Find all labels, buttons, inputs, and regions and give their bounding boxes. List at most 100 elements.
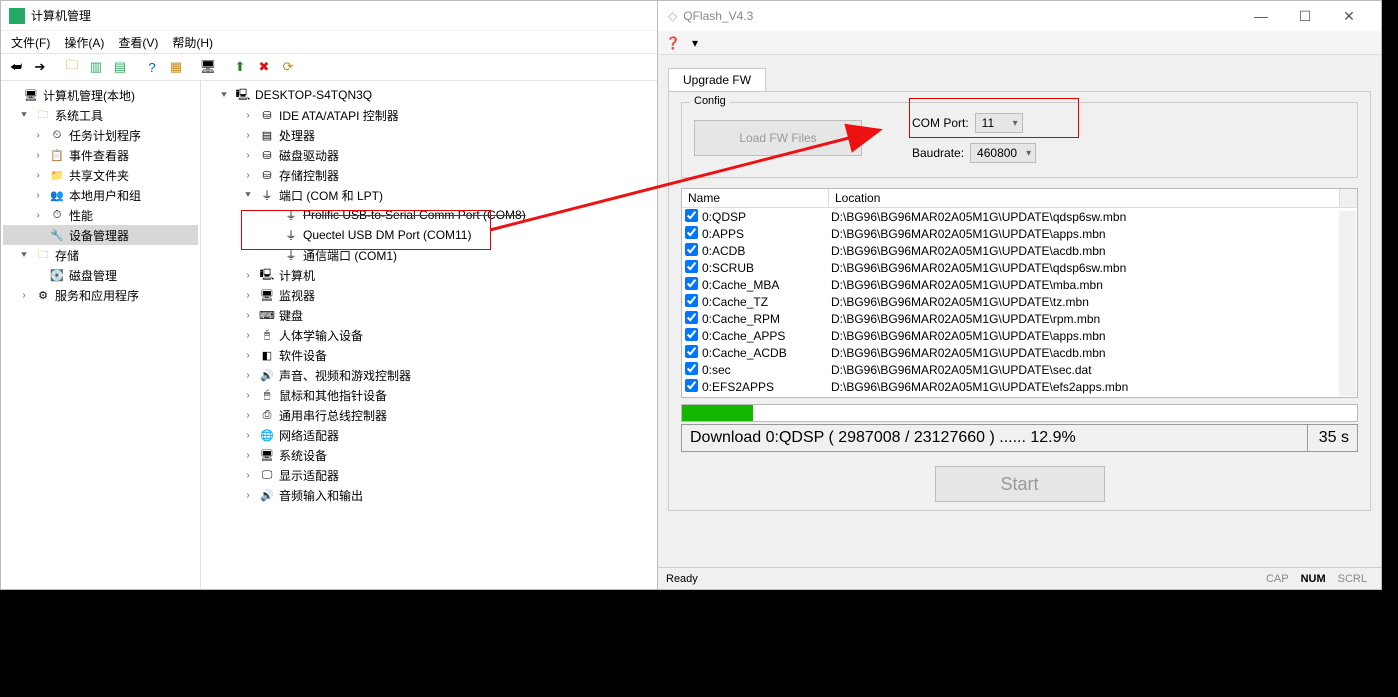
- tb-help-icon[interactable]: ?: [141, 56, 163, 78]
- qf-toolbar: ❓ ▾: [658, 31, 1381, 55]
- list-item[interactable]: 0:secD:\BG96\BG96MAR02A05M1G\UPDATE\sec.…: [682, 361, 1357, 378]
- tree-item[interactable]: ›事件查看器: [3, 145, 198, 165]
- tree-twisty-icon[interactable]: ›: [241, 450, 255, 461]
- list-item[interactable]: 0:APPSD:\BG96\BG96MAR02A05M1G\UPDATE\app…: [682, 225, 1357, 242]
- col-name[interactable]: Name: [682, 189, 829, 207]
- menu-help[interactable]: 帮助(H): [172, 34, 213, 51]
- row-checkbox[interactable]: [685, 260, 698, 273]
- comport-select[interactable]: 11: [975, 113, 1023, 133]
- tree-item[interactable]: ⯆ 存储: [3, 245, 198, 265]
- list-item[interactable]: 0:Cache_RPMD:\BG96\BG96MAR02A05M1G\UPDAT…: [682, 310, 1357, 327]
- tree-item[interactable]: ›本地用户和组: [3, 185, 198, 205]
- list-item[interactable]: 0:Cache_ACDBD:\BG96\BG96MAR02A05M1G\UPDA…: [682, 344, 1357, 361]
- event-icon: [49, 147, 65, 163]
- load-fw-button[interactable]: Load FW Files: [694, 120, 862, 156]
- tree-twisty-icon[interactable]: ›: [241, 490, 255, 501]
- list-item[interactable]: 0:ACDBD:\BG96\BG96MAR02A05M1G\UPDATE\acd…: [682, 242, 1357, 259]
- tree-twisty-icon[interactable]: ›: [241, 110, 255, 121]
- maximize-icon[interactable]: ☐: [1283, 8, 1327, 25]
- kb-icon: [259, 307, 275, 323]
- row-checkbox[interactable]: [685, 362, 698, 375]
- close-icon[interactable]: ✕: [1327, 8, 1371, 25]
- tree-label: 存储: [55, 247, 79, 264]
- row-checkbox[interactable]: [685, 379, 698, 392]
- qf-help-icon[interactable]: ❓: [664, 34, 682, 52]
- tree-twisty-icon[interactable]: ›: [31, 150, 45, 161]
- tree-twisty-icon[interactable]: ›: [241, 370, 255, 381]
- tree-twisty-icon[interactable]: ⯆: [17, 110, 31, 121]
- tree-twisty-icon[interactable]: ›: [31, 130, 45, 141]
- tree-twisty-icon[interactable]: ›: [17, 290, 31, 301]
- list-item[interactable]: 0:Cache_APPSD:\BG96\BG96MAR02A05M1G\UPDA…: [682, 327, 1357, 344]
- tb-enable-icon[interactable]: ⬆: [229, 56, 251, 78]
- tree-twisty-icon[interactable]: ⯆: [17, 250, 31, 261]
- tree-twisty-icon[interactable]: ›: [241, 310, 255, 321]
- list-item[interactable]: 0:QDSPD:\BG96\BG96MAR02A05M1G\UPDATE\qds…: [682, 208, 1357, 225]
- tree-twisty-icon[interactable]: ›: [241, 390, 255, 401]
- tree-twisty-icon[interactable]: ›: [31, 210, 45, 221]
- tb-calendar-icon[interactable]: ▦: [165, 56, 187, 78]
- minimize-icon[interactable]: —: [1239, 8, 1283, 24]
- qf-dropdown-icon[interactable]: ▾: [686, 34, 704, 52]
- menu-file[interactable]: 文件(F): [11, 34, 50, 51]
- tree-twisty-icon[interactable]: ›: [31, 170, 45, 181]
- folder-icon: [35, 247, 51, 263]
- row-name: 0:QDSP: [700, 210, 829, 224]
- list-scrollbar[interactable]: [1339, 211, 1356, 396]
- tree-item[interactable]: ⯆系统工具: [3, 105, 198, 125]
- tree-item[interactable]: ›共享文件夹: [3, 165, 198, 185]
- nav-back-icon[interactable]: ⮨: [5, 56, 27, 78]
- tb-panes-icon[interactable]: ▥: [85, 56, 107, 78]
- row-checkbox[interactable]: [685, 311, 698, 324]
- tree-item[interactable]: ›性能: [3, 205, 198, 225]
- tree-twisty-icon[interactable]: ›: [241, 470, 255, 481]
- tree-twisty-icon[interactable]: ›: [241, 170, 255, 181]
- tree-twisty-icon[interactable]: ⯆: [241, 190, 255, 201]
- qf-main-panel: Config Load FW Files COM Port: 11 Baudra…: [668, 91, 1371, 511]
- row-checkbox[interactable]: [685, 209, 698, 222]
- row-checkbox[interactable]: [685, 345, 698, 358]
- tree-item[interactable]: ›任务计划程序: [3, 125, 198, 145]
- tree-twisty-icon[interactable]: ›: [241, 430, 255, 441]
- start-button[interactable]: Start: [935, 466, 1105, 502]
- tree-twisty-icon[interactable]: ›: [241, 410, 255, 421]
- qf-app-icon: ◇: [668, 9, 677, 23]
- qf-titlebar[interactable]: ◇ QFlash_V4.3 — ☐ ✕: [658, 1, 1381, 31]
- row-checkbox[interactable]: [685, 294, 698, 307]
- row-name: 0:Cache_APPS: [700, 329, 829, 343]
- tree-twisty-icon[interactable]: ›: [241, 330, 255, 341]
- tree-item[interactable]: 设备管理器: [3, 225, 198, 245]
- row-checkbox[interactable]: [685, 328, 698, 341]
- tree-twisty-icon[interactable]: ›: [241, 290, 255, 301]
- list-item[interactable]: 0:Cache_TZD:\BG96\BG96MAR02A05M1G\UPDATE…: [682, 293, 1357, 310]
- background-edge: [1388, 170, 1398, 290]
- tb-monitor-icon[interactable]: 🖥: [197, 56, 219, 78]
- snd-icon: [259, 487, 275, 503]
- tab-upgrade-fw[interactable]: Upgrade FW: [668, 68, 766, 92]
- menu-view[interactable]: 查看(V): [118, 34, 158, 51]
- tb-list-icon[interactable]: ▤: [109, 56, 131, 78]
- row-checkbox[interactable]: [685, 243, 698, 256]
- row-location: D:\BG96\BG96MAR02A05M1G\UPDATE\sec.dat: [829, 363, 1357, 377]
- tree-twisty-icon[interactable]: ›: [241, 150, 255, 161]
- tree-twisty-icon[interactable]: ›: [241, 270, 255, 281]
- list-item[interactable]: 0:SCRUBD:\BG96\BG96MAR02A05M1G\UPDATE\qd…: [682, 259, 1357, 276]
- tb-refresh-icon[interactable]: ⟳: [277, 56, 299, 78]
- list-item[interactable]: 0:Cache_MBAD:\BG96\BG96MAR02A05M1G\UPDAT…: [682, 276, 1357, 293]
- tree-item[interactable]: 磁盘管理: [3, 265, 198, 285]
- col-location[interactable]: Location: [829, 189, 1340, 207]
- tb-folder-icon[interactable]: 🗀: [61, 56, 83, 78]
- menu-action[interactable]: 操作(A): [64, 34, 104, 51]
- list-item[interactable]: 0:EFS2APPSD:\BG96\BG96MAR02A05M1G\UPDATE…: [682, 378, 1357, 395]
- tree-twisty-icon[interactable]: ›: [241, 350, 255, 361]
- nav-fwd-icon[interactable]: ➔: [29, 56, 51, 78]
- tree-item[interactable]: ›服务和应用程序: [3, 285, 198, 305]
- row-checkbox[interactable]: [685, 277, 698, 290]
- tree-twisty-icon[interactable]: ›: [241, 130, 255, 141]
- tree-item[interactable]: 计算机管理(本地): [3, 85, 198, 105]
- tree-twisty-icon[interactable]: ⯆: [217, 90, 231, 101]
- tree-twisty-icon[interactable]: ›: [31, 190, 45, 201]
- row-checkbox[interactable]: [685, 226, 698, 239]
- baudrate-select[interactable]: 460800: [970, 143, 1036, 163]
- tb-delete-icon[interactable]: ✖: [253, 56, 275, 78]
